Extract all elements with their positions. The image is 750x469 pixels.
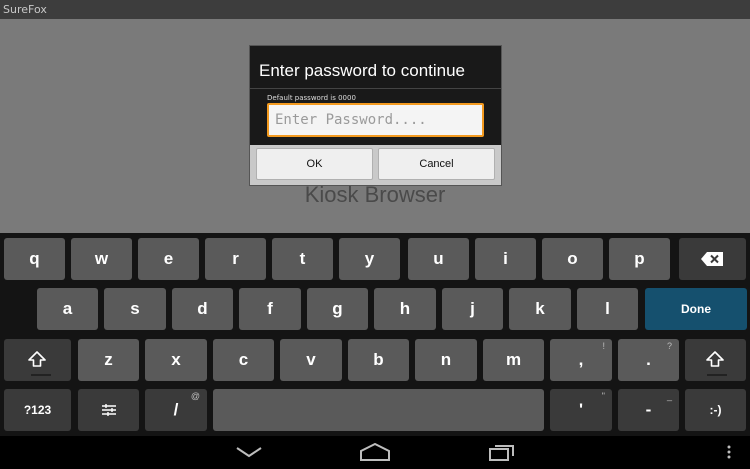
key-s[interactable]: s [104,288,166,330]
key-slash[interactable]: / @ [145,389,207,431]
key-c[interactable]: c [213,339,274,381]
shift-indicator [31,374,51,376]
settings-key[interactable] [78,389,139,431]
shift-key-left[interactable] [4,339,71,381]
key-k[interactable]: k [509,288,571,330]
key-g[interactable]: g [307,288,368,330]
ok-button[interactable]: OK [256,148,373,180]
key-j[interactable]: j [442,288,503,330]
done-key[interactable]: Done [645,288,747,330]
soft-keyboard: q w e r t y u i o p a s d f g h j k l Do… [0,233,750,436]
key-b[interactable]: b [348,339,409,381]
comma-label: , [578,350,584,369]
dialog-button-bar: OK Cancel [250,145,501,185]
default-password-hint: Default password is 0000 [267,94,356,102]
key-l[interactable]: l [577,288,638,330]
shift-icon [706,351,724,367]
home-icon[interactable] [360,443,390,461]
key-d[interactable]: d [172,288,233,330]
slash-hint: @ [190,391,200,401]
back-icon[interactable] [236,446,262,458]
key-r[interactable]: r [205,238,266,280]
shift-key-right[interactable] [685,339,746,381]
dialog-title: Enter password to continue [259,61,466,80]
key-e[interactable]: e [138,238,199,280]
password-dialog: Enter password to continue Default passw… [249,45,502,186]
backspace-key[interactable] [679,238,746,280]
navigation-bar [0,436,750,469]
shift-indicator [707,374,727,376]
space-key[interactable] [213,389,544,431]
backspace-icon [701,252,723,266]
title-bar: SureFox [0,0,750,19]
cancel-button[interactable]: Cancel [378,148,495,180]
dash-hint: _ [666,391,672,401]
key-m[interactable]: m [483,339,544,381]
symbols-key[interactable]: ?123 [4,389,71,431]
settings-icon [102,404,116,416]
key-w[interactable]: w [71,238,132,280]
key-t[interactable]: t [272,238,333,280]
key-comma[interactable]: , ! [550,339,612,381]
apostrophe-hint: " [601,391,605,401]
dash-label: - [645,400,652,419]
key-z[interactable]: z [78,339,139,381]
key-apostrophe[interactable]: ' " [550,389,612,431]
window-title: SureFox [3,3,47,16]
key-n[interactable]: n [415,339,477,381]
key-p[interactable]: p [609,238,670,280]
shift-icon [28,351,46,367]
key-y[interactable]: y [339,238,400,280]
period-hint: ? [666,341,672,351]
period-label: . [646,350,651,369]
key-q[interactable]: q [4,238,65,280]
slash-label: / [173,400,179,419]
key-u[interactable]: u [408,238,469,280]
key-dash[interactable]: - _ [618,389,679,431]
key-h[interactable]: h [374,288,436,330]
menu-icon[interactable] [727,445,731,459]
key-x[interactable]: x [145,339,207,381]
dialog-divider [250,88,501,89]
key-period[interactable]: . ? [618,339,679,381]
recent-apps-icon[interactable] [489,443,515,461]
key-a[interactable]: a [37,288,98,330]
password-input[interactable] [267,103,484,137]
key-f[interactable]: f [239,288,301,330]
key-i[interactable]: i [475,238,536,280]
comma-hint: ! [602,341,605,351]
smiley-key[interactable]: :-) [685,389,746,431]
key-v[interactable]: v [280,339,342,381]
key-o[interactable]: o [542,238,603,280]
apostrophe-label: ' [578,400,584,419]
